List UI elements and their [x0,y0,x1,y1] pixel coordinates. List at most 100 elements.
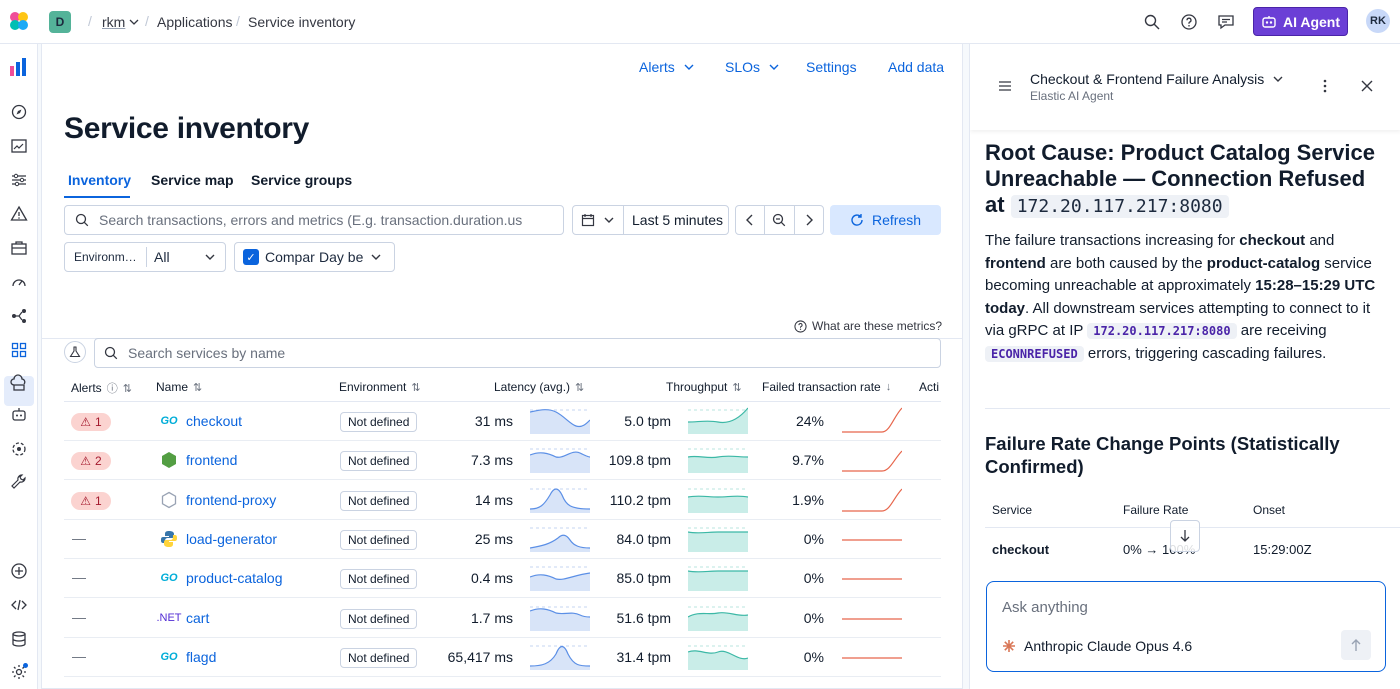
alert-count-badge[interactable]: ⚠ 1 [71,491,111,510]
environment-select[interactable]: Environm… All [64,242,226,272]
zoom-out-button[interactable] [765,206,795,234]
help-icon[interactable] [1180,13,1198,31]
ai-robot-icon[interactable] [10,406,28,424]
latency-sparkline [530,488,590,513]
menu-icon[interactable] [998,80,1012,92]
latency-sparkline [530,606,590,631]
table-row[interactable]: — .NET cart Not defined 1.7 ms 51.6 tpm … [64,599,941,638]
top-bar: D / rkm / Applications / Service invento… [0,0,1400,44]
next-period-button[interactable] [795,206,823,234]
model-name: Anthropic Claude Opus 4.6 [1024,638,1193,654]
service-name-link[interactable]: frontend [186,452,237,468]
chevron-down-icon[interactable] [129,17,139,27]
code-icon[interactable] [10,596,28,614]
close-icon[interactable] [1361,80,1373,92]
search-icon[interactable] [1143,13,1161,31]
failed-rate-sparkline [842,450,902,472]
help-icon: ⓘ [106,383,118,395]
add-integration-icon[interactable] [10,562,28,580]
service-search-placeholder: Search services by name [128,345,286,361]
service-name-link[interactable]: product-catalog [186,570,283,586]
inventory-grid-icon[interactable] [10,341,28,359]
column-latency[interactable]: Latency (avg.) ⇅ [494,380,584,394]
transactions-search-input[interactable]: Search transactions, errors and metrics … [64,205,564,235]
nodejs-icon [158,451,180,469]
more-options-icon[interactable] [1322,79,1328,93]
table-row[interactable]: ⚠ 1 GO checkout Not defined 31 ms 5.0 tpm… [64,402,941,441]
date-picker[interactable]: Last 5 minutes [572,205,729,235]
database-icon[interactable] [10,630,28,648]
table-row[interactable]: — GO flagd Not defined 65,417 ms 31.4 tp… [64,638,941,677]
dashboard-icon[interactable] [10,137,28,155]
table-row[interactable]: ⚠ 2 frontend Not defined 7.3 ms 109.8 tpm… [64,441,941,481]
tab-service-groups[interactable]: Service groups [251,172,352,188]
feedback-icon[interactable] [1217,13,1235,31]
column-alerts[interactable]: Alerts ⓘ ⇅ [71,380,132,396]
environment-badge: Not defined [340,569,418,590]
tab-service-map[interactable]: Service map [151,172,234,188]
settings-gear-icon[interactable] [10,663,28,681]
tab-inventory[interactable]: Inventory [68,172,131,188]
chevron-right-icon [806,214,813,226]
service-name-link[interactable]: frontend-proxy [186,492,276,508]
service-search-input[interactable]: Search services by name [94,338,941,368]
service-name-link[interactable]: flagd [186,649,216,665]
column-environment[interactable]: Environment ⇅ [339,380,421,394]
ai-agent-panel: Checkout & Frontend Failure Analysis Ela… [969,44,1400,689]
discover-icon[interactable] [10,103,28,121]
chat-input[interactable]: Ask anything Anthropic Claude Opus 4.6 [986,581,1386,672]
flask-icon [69,346,81,358]
no-alerts-dash: — [72,529,86,546]
conversation-title[interactable]: Checkout & Frontend Failure Analysis [1030,71,1284,87]
alert-icon[interactable] [10,205,28,223]
send-button[interactable] [1341,630,1371,660]
column-failed-rate[interactable]: Failed transaction rate ↓ [762,380,891,394]
chat-input-placeholder: Ask anything [1002,599,1088,616]
latency-value: 65,417 ms [447,648,513,665]
table-row[interactable]: — load-generator Not defined 25 ms 84.0 … [64,520,941,559]
observability-logo-icon[interactable] [9,57,29,77]
failed-rate-value: 24% [795,413,824,429]
labs-button[interactable] [64,341,86,363]
settings-link[interactable]: Settings [806,59,857,75]
go-icon: GO [160,415,178,427]
wrench-icon[interactable] [10,473,28,491]
service-name-link[interactable]: checkout [186,413,242,429]
table-row[interactable]: — GO product-catalog Not defined 0.4 ms … [64,559,941,599]
filters-icon[interactable] [10,171,28,189]
environment-value: All [154,249,170,265]
model-selector[interactable]: Anthropic Claude Opus 4.6 [1002,638,1192,654]
user-avatar[interactable]: RK [1366,9,1390,33]
comparison-select[interactable]: ✓ Compar Day be [234,242,395,272]
breadcrumb-applications[interactable]: Applications [157,14,233,30]
infrastructure-icon[interactable] [10,374,28,392]
service-name-link[interactable]: load-generator [186,531,277,547]
previous-period-button[interactable] [736,206,766,234]
apm-icon[interactable] [10,307,28,325]
breadcrumb-separator: / [236,13,240,29]
elastic-logo-icon[interactable] [8,10,30,32]
throughput-value: 85.0 tpm [616,570,671,587]
add-data-link[interactable]: Add data [888,59,944,75]
breadcrumb-space[interactable]: rkm [102,14,125,30]
ai-agent-button[interactable]: AI Agent [1253,7,1348,36]
table-row[interactable]: ⚠ 1 frontend-proxy Not defined 14 ms 110.… [64,481,941,520]
latency-value: 1.7 ms [470,609,513,626]
space-avatar[interactable]: D [49,11,71,33]
slo-gauge-icon[interactable] [10,273,28,291]
alert-count-badge[interactable]: ⚠ 1 [71,413,111,431]
slos-menu[interactable]: SLOs [725,59,780,75]
cp-header-service: Service [992,503,1033,517]
cases-icon[interactable] [10,239,28,257]
metrics-help-link[interactable]: What are these metrics? [794,319,942,333]
alerts-menu[interactable]: Alerts [639,59,695,75]
refresh-button[interactable]: Refresh [830,205,941,235]
alert-count-badge[interactable]: ⚠ 2 [71,452,111,471]
column-throughput[interactable]: Throughput ⇅ [666,380,742,394]
machine-learning-icon[interactable] [10,440,28,458]
scroll-down-button[interactable] [1170,520,1200,552]
column-name[interactable]: Name ⇅ [156,380,202,394]
service-name-link[interactable]: cart [186,610,209,626]
sort-icon: ⇅ [732,381,742,394]
comparison-checkbox[interactable]: ✓ [243,249,259,265]
